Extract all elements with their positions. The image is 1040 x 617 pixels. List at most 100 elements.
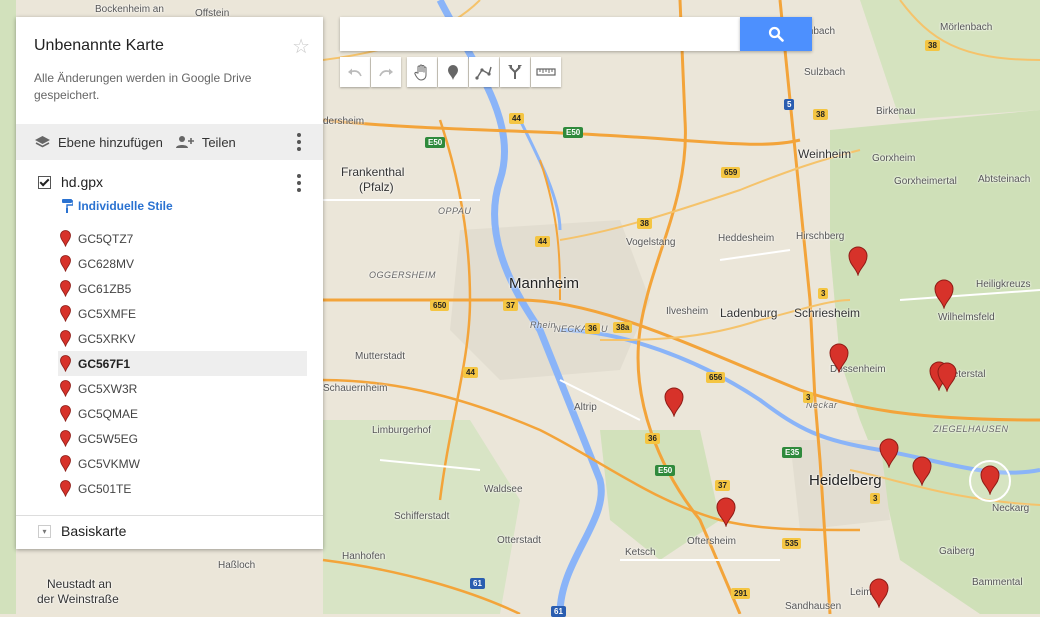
map-label: Mutterstadt <box>355 351 406 362</box>
panel-header: Unbenannte Karte ☆ Alle Änderungen werde… <box>16 17 323 123</box>
map-marker-icon[interactable] <box>716 497 736 527</box>
map-legend-panel: Unbenannte Karte ☆ Alle Änderungen werde… <box>16 17 323 549</box>
layer-visibility-checkbox[interactable] <box>38 175 51 189</box>
share-button[interactable]: Teilen <box>175 135 236 150</box>
ruler-icon <box>536 68 556 76</box>
map-marker-icon[interactable] <box>829 343 849 373</box>
map-label: OGGERSHEIM <box>369 270 437 280</box>
list-item[interactable]: GC61ZB5 <box>58 276 307 301</box>
item-label: GC5QTZ7 <box>78 231 134 246</box>
map-label: Gorxheim <box>872 153 916 164</box>
map-label: Bammental <box>972 577 1023 588</box>
pan-tool-button[interactable] <box>407 57 437 87</box>
individual-styles-link[interactable]: Individuelle Stile <box>61 198 323 214</box>
road-shield: E50 <box>563 127 584 138</box>
layer-options-icon[interactable] <box>297 174 301 192</box>
road-shield: 61 <box>470 578 485 589</box>
line-icon <box>475 66 492 80</box>
map-label: Heidelberg <box>809 472 882 489</box>
map-marker-icon[interactable] <box>912 456 932 486</box>
map-label: Ladenburg <box>720 306 778 320</box>
undo-button[interactable] <box>340 57 370 87</box>
red-marker-icon <box>60 230 71 247</box>
list-item[interactable]: GC501TE <box>58 476 307 501</box>
map-label: Heddesheim <box>718 233 775 244</box>
map-marker-icon[interactable] <box>937 362 957 392</box>
add-marker-button[interactable] <box>438 57 468 87</box>
item-label: GC501TE <box>78 481 132 496</box>
feature-list: GC5QTZ7 GC628MV GC61ZB5 GC5XMFE GC5XRKV … <box>16 226 323 501</box>
road-shield: E50 <box>425 137 446 148</box>
list-item[interactable]: GC5XMFE <box>58 301 307 326</box>
item-label: GC5QMAE <box>78 406 139 421</box>
map-label: der Weinstraße <box>37 592 119 606</box>
star-icon[interactable]: ☆ <box>292 34 310 59</box>
redo-button[interactable] <box>371 57 401 87</box>
map-label: ZIEGELHAUSEN <box>933 424 1009 434</box>
road-shield: 44 <box>463 367 478 378</box>
item-label: GC628MV <box>78 256 135 271</box>
map-marker-icon[interactable] <box>980 465 1000 495</box>
list-item[interactable]: GC5W5EG <box>58 426 307 451</box>
map-label: Gorxheimertal <box>894 176 957 187</box>
directions-button[interactable] <box>500 57 530 87</box>
map-label: Waldsee <box>484 484 523 495</box>
red-marker-icon <box>60 430 71 447</box>
map-marker-icon[interactable] <box>664 387 684 417</box>
map-label: Limburgerhof <box>372 425 431 436</box>
draw-line-button[interactable] <box>469 57 499 87</box>
list-item-selected[interactable]: GC567F1 <box>58 351 307 376</box>
chevron-down-icon[interactable]: ▾ <box>38 524 51 538</box>
map-label: Ketsch <box>625 547 656 558</box>
item-label: GC61ZB5 <box>78 281 132 296</box>
red-marker-icon <box>60 380 71 397</box>
list-item[interactable]: GC5XW3R <box>58 376 307 401</box>
more-options-icon[interactable] <box>297 133 301 151</box>
map-label: Gaiberg <box>939 546 975 557</box>
map-label: NECKARAU <box>554 324 609 334</box>
layer-hd-gpx: hd.gpx Individuelle Stile GC5QTZ7 GC628M… <box>16 172 323 501</box>
list-item[interactable]: GC5QMAE <box>58 401 307 426</box>
map-label: Schauernheim <box>323 383 388 394</box>
redo-icon <box>379 68 393 77</box>
list-item[interactable]: GC5XRKV <box>58 326 307 351</box>
save-status: Alle Änderungen werden in Google Drive g… <box>34 71 252 102</box>
list-item[interactable]: GC5QTZ7 <box>58 226 307 251</box>
road-shield: E35 <box>782 447 803 458</box>
road-shield: 650 <box>430 300 450 311</box>
road-shield: 291 <box>731 588 751 599</box>
marker-icon <box>448 64 458 80</box>
map-label: Wilhelmsfeld <box>938 312 995 323</box>
road-shield: 36 <box>585 323 600 334</box>
item-label: GC5XW3R <box>78 381 138 396</box>
map-title[interactable]: Unbenannte Karte <box>34 37 305 55</box>
map-marker-icon[interactable] <box>848 246 868 276</box>
road-shield: 659 <box>721 167 741 178</box>
map-marker-icon[interactable] <box>879 438 899 468</box>
search-input[interactable] <box>340 17 740 51</box>
search-icon <box>768 26 784 42</box>
map-marker-icon[interactable] <box>934 279 954 309</box>
basemap-section[interactable]: ▾ Basiskarte <box>38 523 126 539</box>
road-shield: 535 <box>782 538 802 549</box>
map-marker-icon[interactable] <box>869 578 889 608</box>
add-layer-button[interactable]: Ebene hinzufügen <box>34 135 163 150</box>
map-label: Hirschberg <box>796 231 845 242</box>
search-button[interactable] <box>740 17 812 51</box>
map-label: Haßloch <box>218 560 256 571</box>
road-shield: 3 <box>803 392 814 403</box>
layer-name[interactable]: hd.gpx <box>61 174 103 190</box>
measure-button[interactable] <box>531 57 561 87</box>
map-label: Mannheim <box>509 275 580 292</box>
red-marker-icon <box>60 405 71 422</box>
map-label: Altrip <box>574 402 597 413</box>
list-item[interactable]: GC5VKMW <box>58 451 307 476</box>
red-marker-icon <box>60 455 71 472</box>
list-item[interactable]: GC628MV <box>58 251 307 276</box>
map-toolbar <box>340 57 562 87</box>
map-label: Neustadt an <box>47 577 112 591</box>
map-label: Vogelstang <box>626 237 676 248</box>
hand-icon <box>414 64 427 81</box>
map-label: Oftersheim <box>687 536 736 547</box>
map-label: Weinheim <box>798 147 852 161</box>
